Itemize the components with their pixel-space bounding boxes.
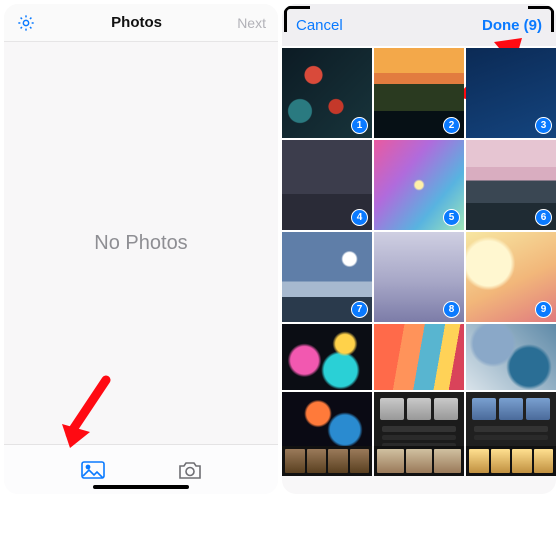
camera-icon[interactable] <box>177 459 203 481</box>
photo-thumb[interactable] <box>282 446 372 476</box>
photo-thumb[interactable] <box>374 324 464 390</box>
selection-badge: 8 <box>443 301 460 318</box>
photo-thumb[interactable] <box>374 392 464 446</box>
photo-thumb[interactable] <box>466 324 556 390</box>
photo-thumb[interactable] <box>374 446 464 476</box>
photo-thumb[interactable] <box>282 392 372 446</box>
crop-corner-tl <box>284 6 310 32</box>
photo-thumb[interactable]: 6 <box>466 140 556 230</box>
crop-corner-tr <box>528 6 554 32</box>
selection-badge: 2 <box>443 117 460 134</box>
gear-icon[interactable] <box>16 13 36 33</box>
photo-grid: 1 2 3 4 5 6 7 8 9 <box>282 46 556 446</box>
selection-badge: 7 <box>351 301 368 318</box>
page-title: Photos <box>111 14 162 31</box>
photo-grid-bottom <box>282 446 556 476</box>
photo-thumb[interactable] <box>466 446 556 476</box>
photo-library-icon[interactable] <box>80 459 106 481</box>
photo-thumb[interactable]: 1 <box>282 48 372 138</box>
selection-badge: 3 <box>535 117 552 134</box>
selection-badge: 1 <box>351 117 368 134</box>
photo-thumb[interactable]: 4 <box>282 140 372 230</box>
photos-empty-screen: Photos Next No Photos <box>4 4 278 494</box>
photo-thumb[interactable] <box>466 392 556 446</box>
left-header: Photos Next <box>4 4 278 42</box>
empty-state: No Photos <box>4 42 278 444</box>
photo-thumb[interactable]: 2 <box>374 48 464 138</box>
next-button[interactable]: Next <box>237 15 266 31</box>
selection-badge: 6 <box>535 209 552 226</box>
photo-thumb[interactable]: 9 <box>466 232 556 322</box>
selection-badge: 4 <box>351 209 368 226</box>
selection-badge: 9 <box>535 301 552 318</box>
right-header: Cancel Done (9) <box>282 4 556 46</box>
photo-thumb[interactable]: 7 <box>282 232 372 322</box>
photo-thumb[interactable] <box>282 324 372 390</box>
photo-thumb[interactable]: 8 <box>374 232 464 322</box>
home-indicator <box>93 485 189 489</box>
photo-thumb[interactable]: 5 <box>374 140 464 230</box>
photo-picker-screen: Cancel Done (9) 1 2 3 4 5 6 7 8 9 <box>282 4 556 494</box>
photo-thumb[interactable]: 3 <box>466 48 556 138</box>
empty-text: No Photos <box>94 232 187 255</box>
selection-badge: 5 <box>443 209 460 226</box>
